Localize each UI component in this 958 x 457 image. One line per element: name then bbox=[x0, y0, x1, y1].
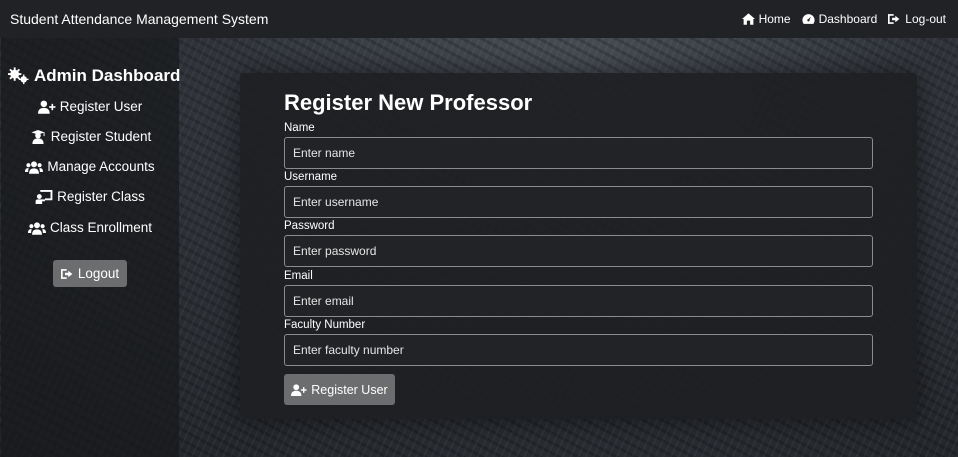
password-input[interactable] bbox=[284, 235, 873, 267]
password-label: Password bbox=[284, 220, 335, 232]
nav-home-label: Home bbox=[758, 12, 791, 26]
faculty-number-label: Faculty Number bbox=[284, 319, 366, 331]
sidebar-title-text: Admin Dashboard bbox=[34, 66, 181, 85]
top-navbar: Student Attendance Management System Hom… bbox=[0, 0, 958, 38]
chalkboard-teacher-icon bbox=[35, 189, 53, 204]
faculty-number-input[interactable] bbox=[284, 334, 873, 366]
home-icon bbox=[741, 13, 755, 25]
username-label: Username bbox=[284, 171, 338, 183]
sign-out-icon bbox=[60, 268, 73, 279]
register-user-button[interactable]: Register User bbox=[284, 374, 395, 405]
nav-dashboard-label: Dashboard bbox=[818, 12, 878, 26]
nav-links: Home Dashboard Log-out bbox=[741, 12, 946, 26]
sidebar-item-register-user[interactable]: Register User bbox=[1, 99, 179, 114]
name-input[interactable] bbox=[284, 137, 873, 169]
logout-button[interactable]: Logout bbox=[53, 260, 127, 287]
form-title: Register New Professor bbox=[284, 90, 533, 115]
sidebar-item-label: Register Class bbox=[57, 189, 145, 204]
nav-logout-link[interactable]: Log-out bbox=[888, 12, 946, 26]
user-group-icon bbox=[27, 221, 46, 235]
sidebar-item-register-student[interactable]: Register Student bbox=[1, 129, 179, 144]
gauge-icon bbox=[801, 14, 815, 24]
app-title: Student Attendance Management System bbox=[10, 11, 269, 27]
name-label: Name bbox=[284, 122, 315, 134]
users-icon bbox=[25, 160, 44, 174]
sidebar-item-class-enrollment[interactable]: Class Enrollment bbox=[1, 220, 179, 235]
register-form-panel: Register New Professor Name Username Pas… bbox=[240, 73, 917, 419]
sidebar-item-label: Register Student bbox=[50, 129, 152, 144]
sidebar-item-label: Class Enrollment bbox=[49, 220, 153, 235]
register-user-label: Register User bbox=[311, 382, 388, 397]
email-input[interactable] bbox=[284, 285, 873, 317]
sidebar-item-label: Register User bbox=[59, 99, 143, 114]
gears-icon bbox=[8, 67, 29, 85]
sidebar-item-label: Manage Accounts bbox=[47, 159, 155, 174]
user-plus-icon bbox=[37, 100, 56, 114]
nav-home-link[interactable]: Home bbox=[741, 12, 791, 26]
sidebar: Admin Dashboard Register User Register S… bbox=[1, 38, 180, 457]
sidebar-title: Admin Dashboard bbox=[8, 66, 180, 86]
graduate-icon bbox=[31, 129, 45, 144]
email-label: Email bbox=[284, 270, 313, 282]
sign-out-icon bbox=[888, 14, 900, 24]
user-plus-icon bbox=[291, 383, 307, 396]
sidebar-item-register-class[interactable]: Register Class bbox=[1, 189, 179, 204]
sidebar-item-manage-accounts[interactable]: Manage Accounts bbox=[1, 159, 179, 174]
username-input[interactable] bbox=[284, 186, 873, 218]
nav-dashboard-link[interactable]: Dashboard bbox=[801, 12, 878, 26]
logout-label: Logout bbox=[77, 266, 120, 281]
nav-logout-label: Log-out bbox=[905, 12, 946, 26]
